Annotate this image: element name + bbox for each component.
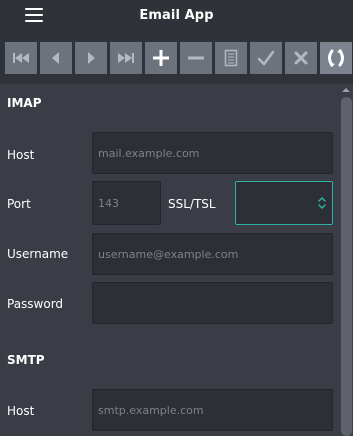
ssl-tsl-label: SSL/TSL — [168, 197, 216, 211]
delete-record-icon — [188, 56, 204, 60]
imap-password-input[interactable] — [92, 282, 333, 324]
imap-host-input[interactable]: mail.example.com — [92, 132, 333, 174]
previous-record-button[interactable] — [40, 42, 72, 74]
next-record-button[interactable] — [75, 42, 107, 74]
delete-record-button[interactable] — [180, 42, 212, 74]
imap-username-input[interactable]: username@example.com — [92, 233, 333, 275]
refresh-button[interactable] — [320, 42, 352, 74]
smtp-host-label: Host — [7, 404, 35, 418]
account-settings-form: IMAP Host mail.example.com Port 143 SSL/… — [0, 84, 340, 436]
app-title: Email App — [139, 8, 214, 23]
imap-password-label: Password — [7, 297, 64, 311]
imap-port-input[interactable]: 143 — [92, 181, 161, 225]
cancel-edit-button[interactable] — [285, 42, 317, 74]
edit-record-icon — [224, 49, 238, 67]
refresh-icon — [328, 49, 344, 67]
form-scrollbar[interactable] — [340, 84, 353, 436]
first-record-icon — [13, 53, 29, 63]
next-record-icon — [88, 52, 95, 64]
smtp-heading: SMTP — [7, 353, 45, 367]
imap-host-label: Host — [7, 148, 35, 162]
title-bar: Email App — [0, 0, 353, 34]
imap-host-placeholder: mail.example.com — [98, 146, 200, 160]
imap-port-label: Port — [7, 197, 31, 211]
scroll-up-arrow-icon[interactable] — [342, 88, 350, 92]
last-record-button[interactable] — [110, 42, 142, 74]
last-record-icon — [118, 53, 134, 63]
edit-record-button[interactable] — [215, 42, 247, 74]
chevron-up-down-icon — [318, 197, 326, 209]
smtp-host-input[interactable]: smtp.example.com — [92, 389, 333, 431]
cancel-edit-icon — [294, 51, 308, 65]
imap-username-label: Username — [7, 247, 69, 261]
save-record-button[interactable] — [250, 42, 282, 74]
imap-heading: IMAP — [7, 96, 42, 110]
first-record-button[interactable] — [5, 42, 37, 74]
smtp-host-placeholder: smtp.example.com — [98, 403, 204, 417]
save-record-icon — [257, 50, 275, 66]
add-record-button[interactable] — [145, 42, 177, 74]
scroll-thumb[interactable] — [341, 97, 352, 436]
imap-port-placeholder: 143 — [98, 196, 119, 210]
record-toolbar — [0, 34, 353, 84]
ssl-tsl-select[interactable] — [235, 181, 333, 225]
add-record-icon — [153, 50, 169, 66]
previous-record-icon — [52, 52, 59, 64]
imap-username-placeholder: username@example.com — [98, 247, 239, 261]
